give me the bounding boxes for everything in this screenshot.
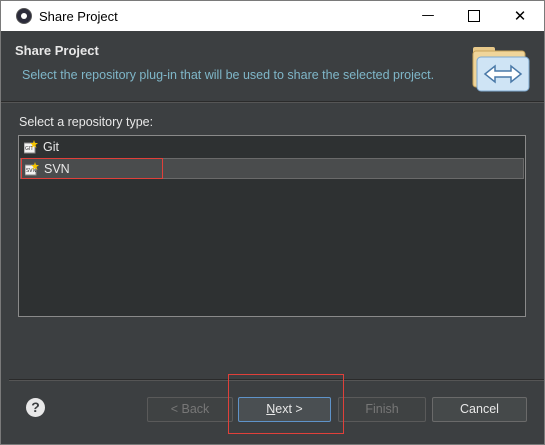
- wizard-description: Select the repository plug-in that will …: [22, 68, 435, 82]
- cancel-button[interactable]: Cancel: [432, 397, 527, 422]
- close-button[interactable]: ✕: [497, 1, 543, 31]
- list-item-label: Git: [43, 140, 59, 154]
- header-separator-highlight: [1, 102, 544, 103]
- minimize-button[interactable]: —: [405, 1, 451, 31]
- svn-annotation-box: [21, 158, 163, 179]
- eclipse-app-icon: [16, 8, 32, 24]
- maximize-icon: [468, 9, 480, 22]
- back-button[interactable]: < Back: [147, 397, 233, 422]
- window-title: Share Project: [39, 9, 118, 24]
- wizard-header: Share Project Select the repository plug…: [1, 31, 544, 101]
- next-annotation-box: [228, 374, 344, 434]
- maximize-button[interactable]: [451, 1, 497, 31]
- repository-type-label: Select a repository type:: [19, 115, 154, 129]
- share-folder-icon: [472, 47, 530, 92]
- finish-button[interactable]: Finish: [338, 397, 426, 422]
- title-bar: Share Project — ✕: [1, 1, 544, 31]
- git-repository-icon: GIT: [24, 140, 38, 154]
- wizard-title: Share Project: [15, 43, 99, 58]
- share-project-dialog: Share Project — ✕ Share Project Select t…: [0, 0, 545, 445]
- list-item-git[interactable]: GIT Git: [20, 137, 524, 158]
- svg-text:GIT: GIT: [25, 146, 34, 152]
- help-icon[interactable]: ?: [26, 398, 45, 417]
